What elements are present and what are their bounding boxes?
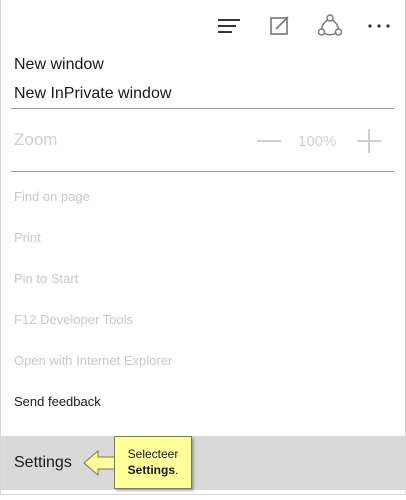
zoom-label: Zoom xyxy=(14,130,58,149)
divider xyxy=(11,108,394,109)
menu-item-f12-developer-tools[interactable]: F12 Developer Tools xyxy=(14,312,133,327)
hub-icon[interactable] xyxy=(215,12,243,40)
menu-item-pin-to-start[interactable]: Pin to Start xyxy=(14,271,78,286)
menu-item-print[interactable]: Print xyxy=(14,230,41,245)
toolbar xyxy=(0,0,405,52)
edge-more-menu: New window New InPrivate window Zoom 100… xyxy=(0,0,406,495)
menu-item-send-feedback[interactable]: Send feedback xyxy=(14,394,101,409)
menu-item-find-on-page[interactable]: Find on page xyxy=(14,189,90,204)
menu-item-settings[interactable]: Settings xyxy=(1,436,405,490)
callout-line-1: Selecteer xyxy=(127,447,179,461)
more-icon[interactable] xyxy=(365,12,393,40)
menu-item-new-window[interactable]: New window xyxy=(14,56,104,74)
menu-item-new-inprivate-window[interactable]: New InPrivate window xyxy=(14,85,171,103)
instruction-callout: Selecteer Settings. xyxy=(114,436,192,489)
menu-item-open-with-internet-explorer[interactable]: Open with Internet Explorer xyxy=(14,353,172,368)
zoom-out-button[interactable] xyxy=(257,140,281,142)
callout-line-2: Settings. xyxy=(115,462,191,478)
zoom-row: Zoom 100% xyxy=(1,122,405,160)
callout-suffix: . xyxy=(175,463,179,477)
callout-emphasis: Settings xyxy=(127,463,175,477)
divider xyxy=(11,171,394,172)
zoom-in-button[interactable] xyxy=(357,129,381,153)
settings-label: Settings xyxy=(14,454,72,471)
callout-arrow-icon xyxy=(83,449,116,477)
web-note-icon[interactable] xyxy=(266,12,294,40)
zoom-level: 100% xyxy=(298,133,337,150)
share-icon[interactable] xyxy=(316,12,344,40)
